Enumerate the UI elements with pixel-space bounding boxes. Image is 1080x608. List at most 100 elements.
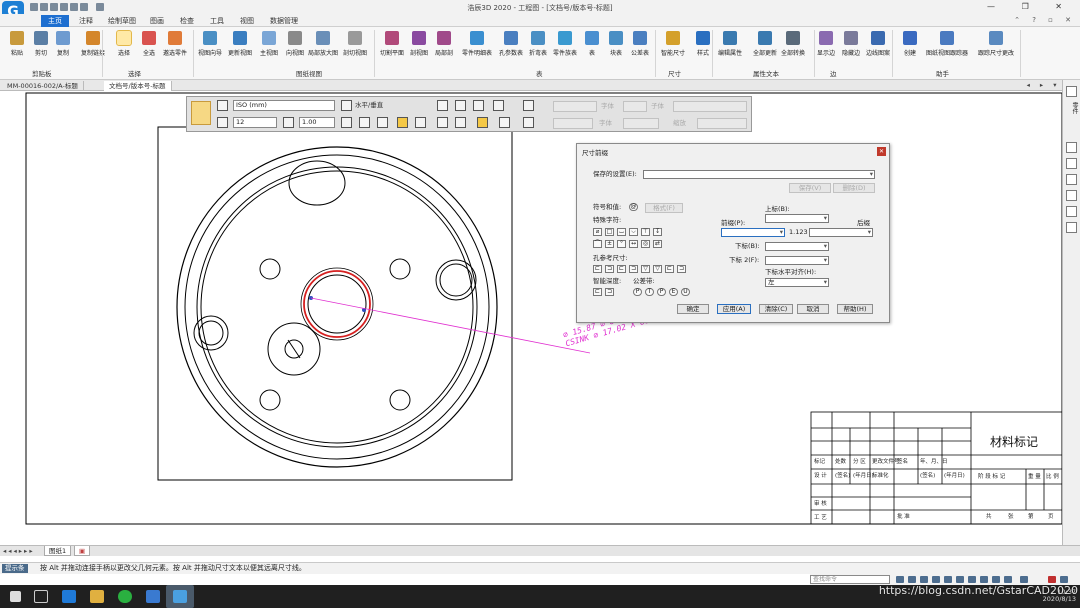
task-view-icon[interactable]: [34, 590, 48, 603]
tab-tools[interactable]: 工具: [203, 15, 231, 27]
dim-target-icon[interactable]: [415, 117, 426, 128]
ribbon-button-update-all[interactable]: 全部更新: [752, 31, 778, 57]
panel-label-parts[interactable]: 零件: [1065, 102, 1079, 114]
dialog-close-button[interactable]: ✕: [877, 147, 886, 156]
ribbon-button-edit-properties[interactable]: 编辑属性: [717, 31, 743, 57]
sheet-nav-arrows[interactable]: ◂◂◂▸▸▸: [3, 547, 35, 555]
wechat-icon[interactable]: [118, 590, 132, 603]
special-char-button[interactable]: ↔: [629, 240, 638, 248]
tool-icon-4[interactable]: [493, 100, 504, 111]
font-icon[interactable]: [217, 117, 228, 128]
ribbon-button-bend-table[interactable]: 折弯表: [525, 31, 551, 57]
doc-tab-mm-00016[interactable]: MM-00016-002/A-标题: [2, 81, 84, 91]
tool-icon-1[interactable]: [437, 100, 448, 111]
settings-icon[interactable]: [1020, 576, 1028, 583]
dim-symbol-icon[interactable]: [397, 117, 408, 128]
ribbon-button-aux-view[interactable]: 向视图: [282, 31, 308, 57]
ribbon-help-icons[interactable]: ⌃ ? ▫ ✕: [1014, 16, 1076, 24]
tool-icon-2[interactable]: [455, 100, 466, 111]
special-char-button[interactable]: □: [605, 228, 614, 236]
delete-settings-button[interactable]: 删除(D): [833, 183, 875, 193]
ribbon-button-smart-dimension[interactable]: 智能尺寸: [660, 31, 686, 57]
notification-icon[interactable]: [1060, 576, 1068, 583]
apply-button[interactable]: 应用(A): [717, 304, 751, 314]
ribbon-button-track-changes[interactable]: 跟踪尺寸更改: [978, 31, 1014, 57]
start-icon[interactable]: [10, 591, 21, 602]
ortho-icon[interactable]: [968, 576, 976, 583]
command-search-input[interactable]: 查找命令: [810, 575, 890, 584]
ribbon-button-view-tracker[interactable]: 图纸视图跟踪器: [926, 31, 968, 57]
dim-angle-icon[interactable]: [359, 117, 370, 128]
ribbon-button-cross-section[interactable]: 剖视图: [406, 31, 432, 57]
ribbon-button-broken-out[interactable]: 局部剖: [431, 31, 457, 57]
window-controls[interactable]: — ❐ ✕: [987, 2, 1074, 11]
ribbon-button-parts-list[interactable]: 零件明细表: [462, 31, 492, 57]
doc-tab-current[interactable]: 文档号/版本号-标题: [104, 81, 172, 91]
edge-browser-icon[interactable]: [62, 590, 76, 603]
close-dim-icon[interactable]: [523, 100, 534, 111]
special-char-button[interactable]: ⌵: [629, 228, 638, 236]
special-char-button[interactable]: ⌴: [617, 228, 626, 236]
help-button[interactable]: 帮助(H): [837, 304, 873, 314]
panel-pin-icon[interactable]: [1066, 86, 1077, 97]
scale-select[interactable]: 1.00: [299, 117, 335, 128]
sheet-tab-1[interactable]: 图纸1: [44, 546, 72, 556]
ribbon-button-table[interactable]: 表: [579, 31, 605, 57]
tool-icon-3[interactable]: [473, 100, 484, 111]
ok-button[interactable]: 确定: [677, 304, 709, 314]
format-button[interactable]: 格式(F): [645, 203, 683, 213]
lower-align-select[interactable]: 左: [765, 278, 829, 287]
pan-icon[interactable]: [908, 576, 916, 583]
ribbon-button-create[interactable]: 创建: [897, 31, 923, 57]
smart-depth-button[interactable]: ⊐: [605, 288, 614, 296]
drawing-svg[interactable]: [0, 91, 1062, 545]
ribbon-button-convert-all[interactable]: 全部转换: [780, 31, 806, 57]
tool-icon-6[interactable]: [455, 117, 466, 128]
font-size-select[interactable]: 12: [233, 117, 277, 128]
dim-arc-icon[interactable]: [377, 117, 388, 128]
hole-ref-button[interactable]: ⊐: [629, 265, 638, 273]
hole-ref-button[interactable]: ⊐: [677, 265, 686, 273]
panel-view-icon[interactable]: [1066, 206, 1077, 217]
rotate-view-icon[interactable]: [992, 576, 1000, 583]
property-icon[interactable]: [1066, 158, 1077, 169]
ribbon-button-family-table[interactable]: 零件族表: [552, 31, 578, 57]
tab-drawing[interactable]: 图画: [143, 15, 171, 27]
ribbon-button-paste[interactable]: 粘贴: [4, 31, 30, 57]
ribbon-button-edge-pattern[interactable]: 边线图案: [865, 31, 891, 57]
ribbon-button-hole-table[interactable]: 孔参数表: [498, 31, 524, 57]
scale-icon[interactable]: [283, 117, 294, 128]
window-zoom-icon[interactable]: [932, 576, 940, 583]
store-icon[interactable]: [146, 590, 160, 603]
dimension-style-icon[interactable]: [217, 100, 228, 111]
tool-icon-5[interactable]: [437, 117, 448, 128]
grid-icon[interactable]: [944, 576, 952, 583]
ribbon-button-copy[interactable]: 复制: [50, 31, 76, 57]
hole-ref-button[interactable]: ⊏: [665, 265, 674, 273]
ribbon-button-detail-view[interactable]: 局部放大图: [308, 31, 338, 57]
tool-icon-7[interactable]: [499, 117, 510, 128]
zoom-icon[interactable]: [896, 576, 904, 583]
ribbon-button-view-wizard[interactable]: 视图向导: [197, 31, 223, 57]
help-icon[interactable]: [1066, 222, 1077, 233]
special-char-button[interactable]: °: [617, 240, 626, 248]
special-char-button[interactable]: ⌒: [593, 240, 602, 248]
ribbon-button-update-view[interactable]: 更新视图: [227, 31, 253, 57]
prefix-select[interactable]: [721, 228, 785, 237]
hole-ref-button[interactable]: ⊐: [605, 265, 614, 273]
cancel-button[interactable]: 取消: [797, 304, 829, 314]
rotate-icon[interactable]: [1066, 190, 1077, 201]
ribbon-button-pick-part[interactable]: 邀选零件: [162, 31, 188, 57]
ribbon-button-section-view[interactable]: 剖切视图: [342, 31, 368, 57]
circle-tool-icon[interactable]: [1066, 174, 1077, 185]
clear-button[interactable]: 清除(C): [759, 304, 793, 314]
ribbon-button-select-arrow[interactable]: 选择: [111, 30, 137, 57]
layer-icon[interactable]: [1066, 142, 1077, 153]
upper-select[interactable]: [765, 214, 829, 223]
special-char-button[interactable]: ⇄: [653, 240, 662, 248]
ribbon-button-tolerance-table[interactable]: 公差表: [627, 31, 653, 57]
hole-ref-button[interactable]: ⊏: [617, 265, 626, 273]
save-settings-button[interactable]: 保存(V): [789, 183, 831, 193]
tolerance-zone-button[interactable]: T: [645, 288, 654, 296]
snap-icon[interactable]: [956, 576, 964, 583]
